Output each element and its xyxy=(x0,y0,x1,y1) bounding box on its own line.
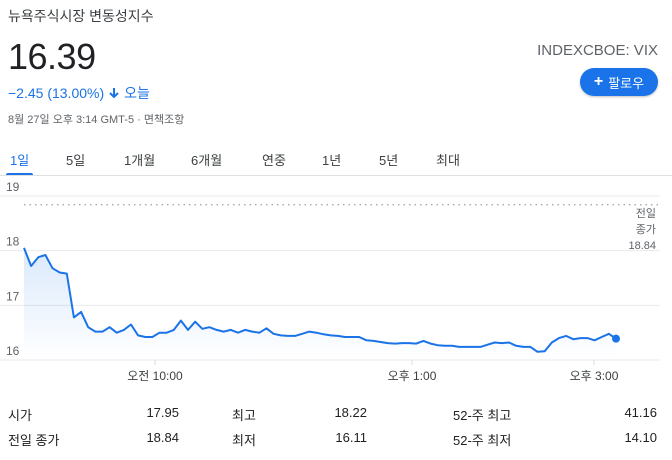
previous-close-label: 종가 xyxy=(636,223,656,236)
tab-6m[interactable]: 6개월 xyxy=(191,150,222,174)
change-period: 오늘 xyxy=(124,85,150,101)
y-tick-label: 16 xyxy=(6,344,20,358)
ticker-symbol: INDEXCBOE: VIX xyxy=(537,42,658,59)
price-change: −2.45 (13.00%) 오늘 xyxy=(8,83,150,103)
x-tick-label: 오후 1:00 xyxy=(388,369,437,383)
stat-label-low: 최저 xyxy=(232,433,256,448)
stat-label-52w-high: 52-주 최고 xyxy=(453,408,512,423)
last-price-dot xyxy=(612,334,620,343)
stat-value-prev-close: 18.84 xyxy=(146,430,179,445)
stat-value-low: 16.11 xyxy=(335,430,367,445)
stat-value-high: 18.22 xyxy=(334,405,367,420)
follow-button[interactable]: + 팔로우 xyxy=(580,68,658,96)
arrow-down-icon xyxy=(109,88,119,99)
plus-icon: + xyxy=(593,73,604,90)
y-tick-label: 18 xyxy=(6,235,20,249)
tab-1d[interactable]: 1일 xyxy=(5,150,34,176)
tab-1y[interactable]: 1년 xyxy=(322,150,341,174)
page-title: 뉴욕주식시장 변동성지수 xyxy=(8,8,154,24)
change-value: −2.45 (13.00%) xyxy=(8,85,105,101)
tab-max[interactable]: 최대 xyxy=(436,150,460,174)
tab-5y[interactable]: 5년 xyxy=(379,150,398,174)
timestamp-disclaimer: 8월 27일 오후 3:14 GMT-5 · 면책조항 xyxy=(8,114,185,126)
previous-close-label: 전일 xyxy=(636,206,656,220)
x-tick-label: 오전 10:00 xyxy=(127,369,183,383)
tab-divider xyxy=(0,175,672,176)
stat-value-52w-low: 14.10 xyxy=(624,430,657,445)
stat-label-52w-low: 52-주 최저 xyxy=(453,433,512,448)
previous-close-label: 18.84 xyxy=(628,240,656,252)
chart-area-fill xyxy=(24,247,616,360)
stat-label-high: 최고 xyxy=(232,408,256,423)
stat-label-prev-close: 전일 종가 xyxy=(8,433,60,448)
range-tabs: 1일 5일 1개월 6개월 연중 1년 5년 최대 xyxy=(0,146,672,176)
follow-label: 팔로우 xyxy=(608,75,645,91)
tab-5d[interactable]: 5일 xyxy=(66,150,85,174)
stat-value-52w-high: 41.16 xyxy=(624,405,657,420)
current-price: 16.39 xyxy=(8,36,96,77)
y-tick-label: 17 xyxy=(6,289,20,303)
price-chart[interactable]: 19 18 17 16 전일종가 18.84 오전 10:00 오후 1:00 오후 3:00 xyxy=(0,180,672,390)
stat-label-open: 시가 xyxy=(8,408,32,423)
x-tick-label: 오후 3:00 xyxy=(570,369,619,383)
tab-1m[interactable]: 1개월 xyxy=(124,150,155,174)
stat-value-open: 17.95 xyxy=(146,405,179,420)
y-tick-label: 19 xyxy=(6,180,20,194)
tab-ytd[interactable]: 연중 xyxy=(262,150,286,174)
